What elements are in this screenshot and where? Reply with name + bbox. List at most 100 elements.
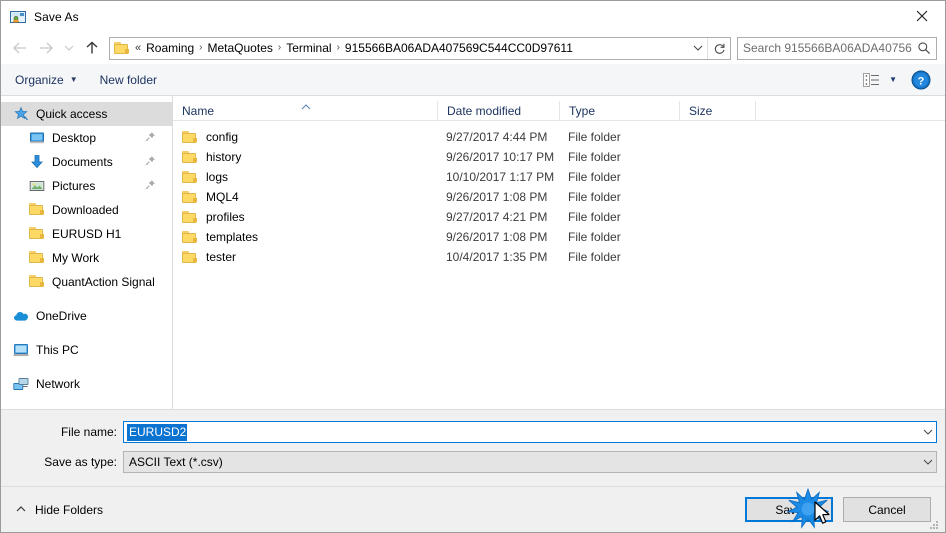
table-row[interactable]: config 9/27/2017 4:44 PM File folder — [173, 127, 945, 147]
sidebar-item-label: Documents — [52, 155, 113, 169]
save-as-dialog: Save As « Roaming › MetaQuotes › Termina… — [0, 0, 946, 533]
file-name-cell[interactable]: logs — [173, 170, 437, 184]
arrow-up-icon — [86, 41, 98, 54]
back-button[interactable] — [7, 36, 33, 60]
sidebar-item-eurusd-h1[interactable]: EURUSD H1 — [1, 222, 172, 246]
file-type-cell: File folder — [568, 230, 621, 244]
folder-icon — [29, 202, 45, 218]
column-header-size[interactable]: Size — [679, 101, 755, 120]
folder-icon — [182, 150, 198, 164]
file-name-label: profiles — [206, 210, 245, 224]
svg-text:?: ? — [918, 75, 925, 87]
view-dropdown-icon[interactable]: ▼ — [889, 75, 897, 84]
table-row[interactable]: templates 9/26/2017 1:08 PM File folder — [173, 227, 945, 247]
sidebar-item-label: Desktop — [52, 131, 97, 145]
close-icon[interactable] — [899, 1, 945, 31]
documents-icon — [29, 154, 45, 170]
column-header-date-modified[interactable]: Date modified — [437, 101, 559, 120]
chevron-down-icon — [64, 45, 74, 51]
save-as-type-value: ASCII Text (*.csv) — [129, 455, 223, 469]
pictures-icon — [29, 178, 45, 194]
sidebar-item-desktop[interactable]: Desktop — [1, 126, 172, 150]
folder-icon — [182, 230, 198, 244]
cancel-button[interactable]: Cancel — [843, 497, 931, 522]
sidebar-item-onedrive[interactable]: OneDrive — [1, 304, 172, 328]
column-headers: Name Date modified Type Size — [173, 96, 945, 121]
pin-icon[interactable] — [144, 155, 156, 167]
hide-folders-button[interactable]: Hide Folders — [15, 503, 103, 517]
file-name-dropdown-icon[interactable] — [919, 422, 936, 442]
resize-grip[interactable] — [929, 518, 941, 530]
desktop-icon — [29, 130, 45, 146]
list-view-icon[interactable] — [860, 71, 882, 89]
breadcrumb-item-metaquotes[interactable]: MetaQuotes — [205, 41, 276, 55]
refresh-button[interactable] — [707, 37, 730, 59]
column-header-label: Name — [182, 103, 215, 118]
save-as-type-dropdown-icon[interactable] — [919, 452, 936, 472]
breadcrumb-separator[interactable]: › — [197, 43, 204, 53]
sidebar-item-label: Downloaded — [52, 203, 119, 217]
breadcrumb-separator[interactable]: › — [335, 43, 342, 53]
folder-icon — [182, 130, 198, 144]
save-form: File name: EURUSD2 Save as type: ASCII T… — [1, 410, 945, 480]
sidebar-item-pictures[interactable]: Pictures — [1, 174, 172, 198]
recent-locations-button[interactable] — [59, 36, 79, 60]
file-type-cell: File folder — [568, 170, 621, 184]
column-header-extra[interactable] — [755, 101, 795, 120]
file-name-cell[interactable]: MQL4 — [173, 190, 437, 204]
window-title: Save As — [34, 9, 79, 24]
file-name-input[interactable]: EURUSD2 — [123, 421, 937, 443]
breadcrumb-item-terminal-id[interactable]: 915566BA06ADA407569C544CC0D97611 — [342, 41, 576, 55]
command-bar: Organize ▼ New folder ▼ ? — [1, 64, 945, 96]
sidebar-item-quantaction-signal[interactable]: QuantAction Signal — [1, 270, 172, 294]
column-header-name[interactable]: Name — [173, 101, 437, 120]
sidebar-item-quick-access[interactable]: Quick access — [1, 102, 172, 126]
table-row[interactable]: logs 10/10/2017 1:17 PM File folder — [173, 167, 945, 187]
file-type-cell: File folder — [568, 150, 621, 164]
address-bar[interactable]: « Roaming › MetaQuotes › Terminal › 9155… — [109, 36, 731, 60]
table-row[interactable]: tester 10/4/2017 1:35 PM File folder — [173, 247, 945, 267]
column-header-label: Type — [569, 103, 596, 118]
new-folder-button[interactable]: New folder — [100, 68, 157, 92]
breadcrumb-item-roaming[interactable]: Roaming — [143, 41, 197, 55]
arrow-left-icon — [13, 42, 26, 54]
up-button[interactable] — [79, 36, 105, 60]
search-input[interactable]: Search 915566BA06ADA40756... — [738, 41, 912, 55]
save-button[interactable]: Save — [745, 497, 833, 522]
table-row[interactable]: profiles 9/27/2017 4:21 PM File folder — [173, 207, 945, 227]
table-row[interactable]: history 9/26/2017 10:17 PM File folder — [173, 147, 945, 167]
breadcrumb-item-terminal[interactable]: Terminal — [283, 41, 334, 55]
file-date-cell: 9/27/2017 4:44 PM — [446, 130, 548, 144]
address-dropdown-button[interactable] — [689, 38, 707, 59]
sidebar-item-my-work[interactable]: My Work — [1, 246, 172, 270]
refresh-icon — [714, 43, 724, 54]
breadcrumb-separator[interactable]: › — [276, 43, 283, 53]
sidebar-item-downloaded[interactable]: Downloaded — [1, 198, 172, 222]
file-name-cell[interactable]: templates — [173, 230, 437, 244]
file-name-cell[interactable]: config — [173, 130, 437, 144]
file-name-cell[interactable]: history — [173, 150, 437, 164]
organize-button[interactable]: Organize ▼ — [15, 68, 78, 92]
help-icon[interactable]: ? — [911, 70, 931, 90]
new-folder-label: New folder — [99, 72, 157, 87]
breadcrumb-overflow[interactable]: « — [134, 42, 143, 54]
save-as-type-row: Save as type: ASCII Text (*.csv) — [1, 450, 945, 474]
file-name-cell[interactable]: tester — [173, 250, 437, 264]
search-box[interactable]: Search 915566BA06ADA40756... — [737, 36, 937, 60]
chevron-down-icon — [693, 45, 703, 51]
file-name-cell[interactable]: profiles — [173, 210, 437, 224]
pin-icon[interactable] — [144, 179, 156, 191]
sidebar-item-documents[interactable]: Documents — [1, 150, 172, 174]
sidebar-item-label: Quick access — [36, 107, 108, 121]
column-header-type[interactable]: Type — [559, 101, 679, 120]
forward-button[interactable] — [33, 36, 59, 60]
save-as-type-select[interactable]: ASCII Text (*.csv) — [123, 451, 937, 473]
table-row[interactable]: MQL4 9/26/2017 1:08 PM File folder — [173, 187, 945, 207]
folder-icon — [182, 250, 198, 264]
pin-icon[interactable] — [144, 131, 156, 143]
sidebar-item-network[interactable]: Network — [1, 372, 172, 396]
file-name-label: logs — [206, 170, 229, 184]
file-name-label: config — [206, 130, 239, 144]
sidebar-item-this-pc[interactable]: This PC — [1, 338, 172, 362]
file-list: config 9/27/2017 4:44 PM File folder his… — [173, 121, 945, 409]
